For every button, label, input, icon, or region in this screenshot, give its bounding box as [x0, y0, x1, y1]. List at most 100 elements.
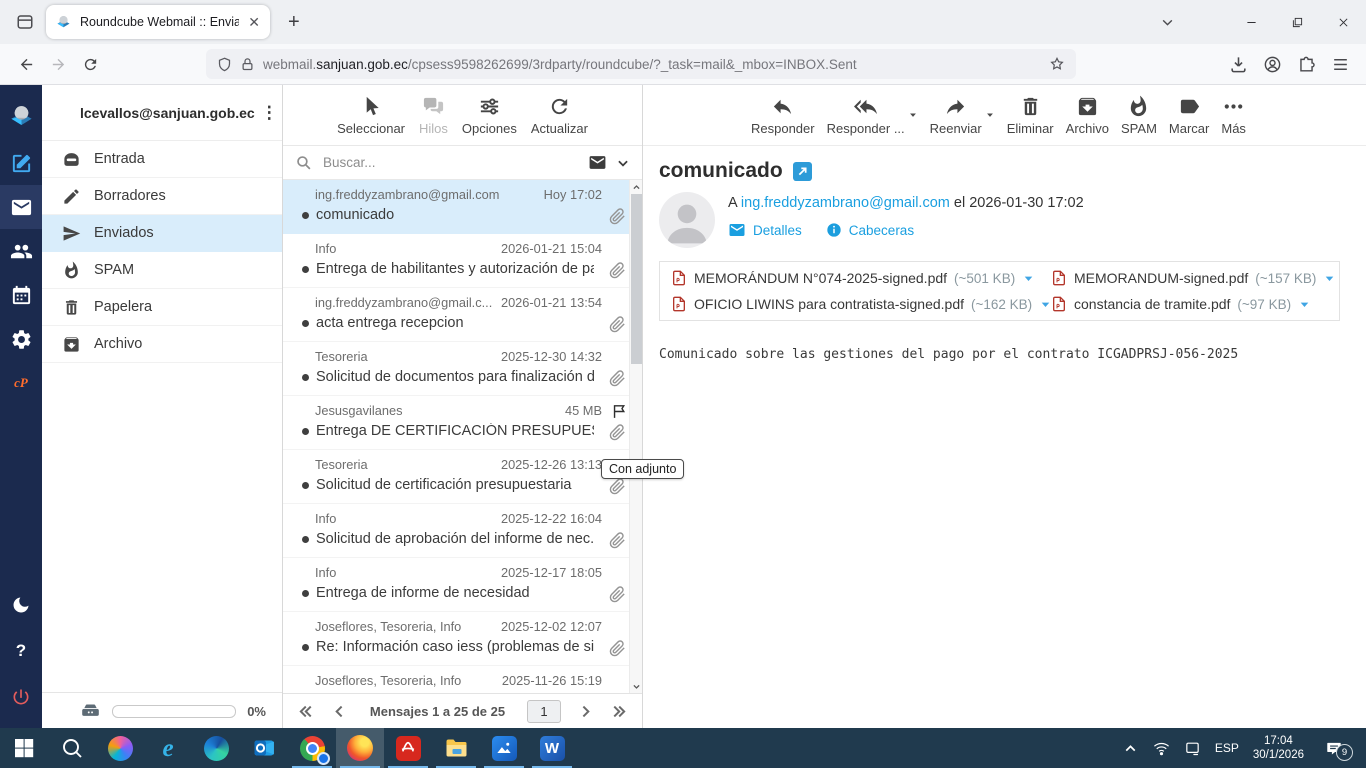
- attachment-item[interactable]: MEMORANDUM-signed.pdf (~157 KB): [1051, 270, 1334, 286]
- message-list-item[interactable]: Tesoreria 2025-12-26 13:13 Solicitud de …: [283, 450, 642, 504]
- message-list-item[interactable]: Info 2025-12-17 18:05 Entrega de informe…: [283, 558, 642, 612]
- message-list-item[interactable]: Joseflores, Tesoreria, Info 2025-11-26 1…: [283, 666, 642, 693]
- toolbar-button-trash[interactable]: Eliminar: [1007, 95, 1054, 136]
- toolbar-button-forward[interactable]: Reenviar: [930, 95, 982, 136]
- recipient-email-link[interactable]: ing.freddyzambrano@gmail.com: [741, 195, 950, 211]
- taskbar-start-icon[interactable]: [0, 728, 48, 768]
- taskbar-edge-icon[interactable]: [192, 728, 240, 768]
- page-number-input[interactable]: 1: [527, 700, 561, 723]
- toolbar-button-spam[interactable]: SPAM: [1121, 95, 1157, 136]
- firefox-view-icon[interactable]: [10, 7, 40, 37]
- last-page-icon[interactable]: [610, 703, 627, 720]
- toolbar-button-more[interactable]: Más: [1221, 95, 1246, 136]
- taskbar-firefox-icon[interactable]: [336, 728, 384, 768]
- sidebar-folder-entrada[interactable]: Entrada: [42, 141, 282, 178]
- attachment-item[interactable]: MEMORÁNDUM N°074-2025-signed.pdf (~501 K…: [671, 270, 1051, 286]
- minimize-button[interactable]: [1228, 0, 1274, 44]
- browser-tab[interactable]: Roundcube Webmail :: Enviados ✕: [46, 5, 270, 39]
- menu-icon[interactable]: [1331, 55, 1350, 74]
- account-icon[interactable]: [1263, 55, 1282, 74]
- taskbar-acrobat-icon[interactable]: [384, 728, 432, 768]
- bookmark-star-icon[interactable]: [1049, 56, 1065, 72]
- lock-icon[interactable]: [240, 57, 255, 72]
- toolbar-button-cursor[interactable]: Seleccionar: [337, 95, 405, 136]
- attachment-caret-icon[interactable]: [1022, 272, 1035, 285]
- rail-contacts-icon[interactable]: [0, 229, 42, 273]
- attachment-item[interactable]: OFICIO LIWINS para contratista-signed.pd…: [671, 296, 1051, 312]
- rail-settings-icon[interactable]: [0, 317, 42, 361]
- close-button[interactable]: [1320, 0, 1366, 44]
- rail-moon-icon[interactable]: [0, 585, 42, 625]
- language-indicator[interactable]: ESP: [1215, 741, 1239, 755]
- message-list-item[interactable]: Joseflores, Tesoreria, Info 2025-12-02 1…: [283, 612, 642, 666]
- list-all-tabs-icon[interactable]: [1144, 0, 1190, 44]
- url-bar[interactable]: webmail.sanjuan.gob.ec/cpsess9598262699/…: [206, 49, 1076, 79]
- clock[interactable]: 17:04 30/1/2026: [1253, 734, 1304, 762]
- toolbar-button-tag[interactable]: Marcar: [1169, 95, 1209, 136]
- rail-help-icon[interactable]: ?: [0, 631, 42, 671]
- message-list-item[interactable]: Info 2026-01-21 15:04 Entrega de habilit…: [283, 234, 642, 288]
- attachment-caret-icon[interactable]: [1298, 298, 1311, 311]
- sidebar-folder-archivo[interactable]: Archivo: [42, 326, 282, 363]
- new-tab-button[interactable]: +: [282, 10, 306, 34]
- scroll-thumb[interactable]: [631, 194, 642, 364]
- search-input[interactable]: [321, 154, 579, 171]
- dropdown-caret-icon[interactable]: [985, 110, 995, 120]
- shield-icon[interactable]: [217, 57, 232, 72]
- taskbar-copilot-icon[interactable]: [96, 728, 144, 768]
- sidebar-folder-papelera[interactable]: Papelera: [42, 289, 282, 326]
- rail-compose-icon[interactable]: [0, 141, 42, 185]
- toolbar-button-chats[interactable]: Hilos: [419, 95, 448, 136]
- sidebar-folder-enviados[interactable]: Enviados: [42, 215, 282, 252]
- rail-calendar-icon[interactable]: [0, 273, 42, 317]
- forward-icon[interactable]: [42, 48, 74, 80]
- search-options-chevron-icon[interactable]: [616, 156, 630, 170]
- taskbar-chrome-icon[interactable]: [288, 728, 336, 768]
- notifications-icon[interactable]: 9: [1324, 740, 1353, 761]
- back-icon[interactable]: [10, 48, 42, 80]
- open-in-new-window-icon[interactable]: [792, 161, 812, 181]
- message-list-item[interactable]: ing.freddyzambrano@gmail.c... 2026-01-21…: [283, 288, 642, 342]
- first-page-icon[interactable]: [298, 703, 315, 720]
- tray-chevron-up-icon[interactable]: [1122, 740, 1139, 757]
- extensions-icon[interactable]: [1297, 55, 1316, 74]
- downloads-icon[interactable]: [1229, 55, 1248, 74]
- sidebar-folder-spam[interactable]: SPAM: [42, 252, 282, 289]
- restore-button[interactable]: [1274, 0, 1320, 44]
- search-scope-mail-icon[interactable]: [588, 153, 607, 172]
- taskbar-photos-icon[interactable]: [480, 728, 528, 768]
- sidebar-folder-borradores[interactable]: Borradores: [42, 178, 282, 215]
- headers-link[interactable]: Cabeceras: [849, 223, 914, 238]
- taskbar-word-icon[interactable]: W: [528, 728, 576, 768]
- reload-icon[interactable]: [74, 48, 106, 80]
- list-scrollbar[interactable]: [629, 180, 642, 693]
- toolbar-button-reply[interactable]: Responder: [751, 95, 815, 136]
- message-list-item[interactable]: Jesusgavilanes 45 MB Entrega DE CERTIFIC…: [283, 396, 642, 450]
- toolbar-button-refresh[interactable]: Actualizar: [531, 95, 588, 136]
- toolbar-button-replyall[interactable]: Responder ...: [827, 95, 905, 136]
- next-page-icon[interactable]: [577, 703, 594, 720]
- scroll-up-icon[interactable]: [630, 180, 642, 194]
- attachment-caret-icon[interactable]: [1323, 272, 1336, 285]
- account-menu-icon[interactable]: ⋮: [255, 103, 284, 123]
- message-list-item[interactable]: Tesoreria 2025-12-30 14:32 Solicitud de …: [283, 342, 642, 396]
- taskbar-ie-icon[interactable]: e: [144, 728, 192, 768]
- taskbar-search-icon[interactable]: [48, 728, 96, 768]
- wifi-icon[interactable]: [1153, 740, 1170, 757]
- tab-close-icon[interactable]: ✕: [247, 15, 261, 29]
- rail-power-icon[interactable]: [0, 677, 42, 717]
- attachment-item[interactable]: constancia de tramite.pdf (~97 KB): [1051, 296, 1328, 312]
- url-text[interactable]: webmail.sanjuan.gob.ec/cpsess9598262699/…: [263, 57, 1041, 72]
- toolbar-button-sliders[interactable]: Opciones: [462, 95, 517, 136]
- details-link[interactable]: Detalles: [753, 223, 802, 238]
- rail-mail-icon[interactable]: [0, 185, 42, 229]
- message-list-item[interactable]: Info 2025-12-22 16:04 Solicitud de aprob…: [283, 504, 642, 558]
- pc-status-icon[interactable]: [1184, 740, 1201, 757]
- taskbar-explorer-icon[interactable]: [432, 728, 480, 768]
- toolbar-button-archive[interactable]: Archivo: [1066, 95, 1109, 136]
- taskbar-outlook-icon[interactable]: [240, 728, 288, 768]
- scroll-down-icon[interactable]: [630, 679, 642, 693]
- prev-page-icon[interactable]: [331, 703, 348, 720]
- message-list-item[interactable]: ing.freddyzambrano@gmail.com Hoy 17:02 c…: [283, 180, 642, 234]
- rail-cpanel-icon[interactable]: cP: [0, 361, 42, 405]
